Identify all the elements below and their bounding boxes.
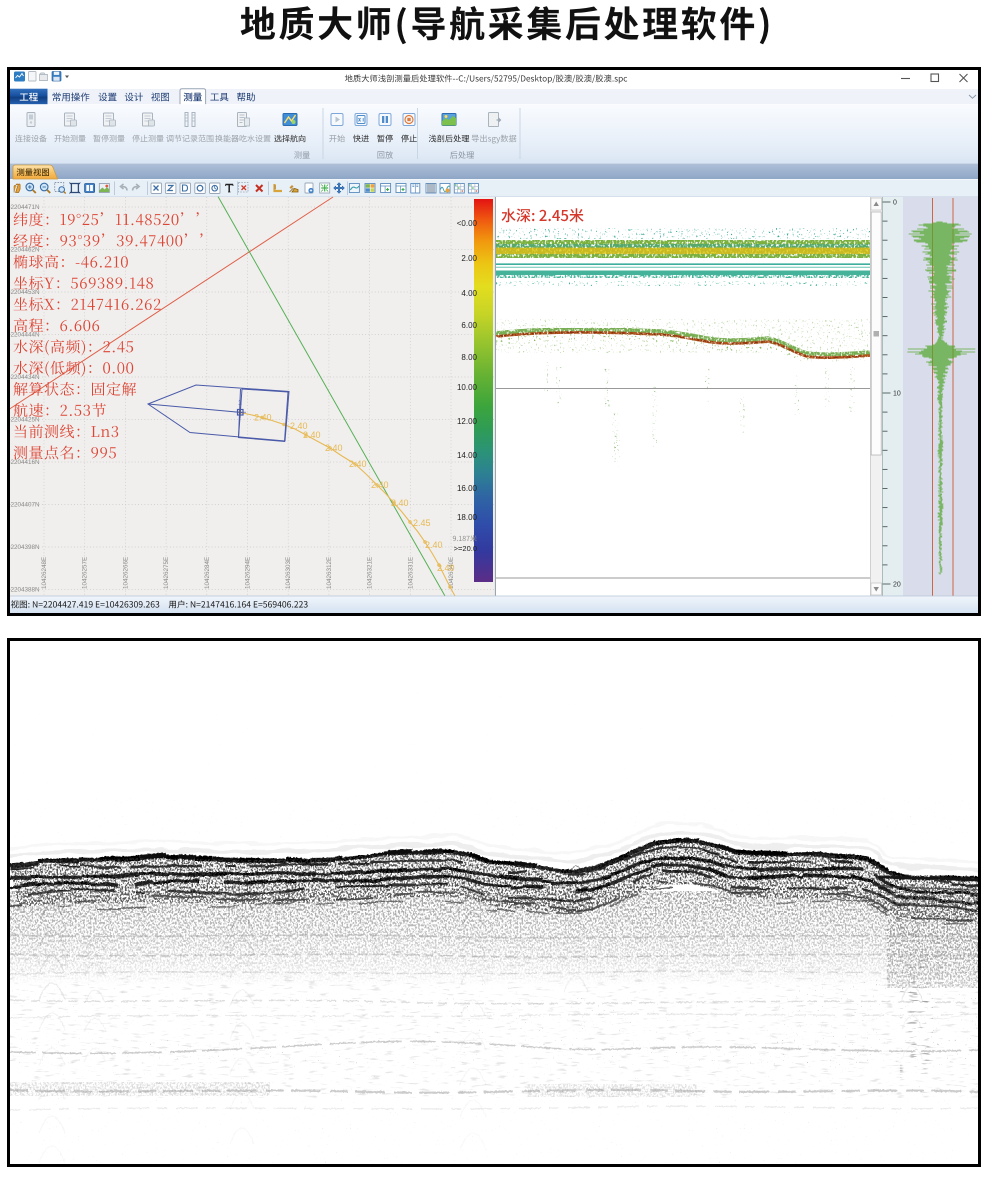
svg-text:12.00: 12.00 [457,417,478,426]
svg-text:2204407N: 2204407N [11,502,41,509]
svg-text:2204388N: 2204388N [11,587,41,594]
svg-text:2204471N: 2204471N [11,204,41,211]
svg-text:2.40: 2.40 [254,413,272,423]
svg-text:2204398N: 2204398N [11,544,41,551]
svg-text:1: 1 [238,400,242,407]
svg-text:10426266E: 10426266E [122,557,129,589]
svg-text:10426284E: 10426284E [204,557,211,589]
svg-text:2204444N: 2204444N [11,332,41,339]
svg-text:2.40: 2.40 [325,443,343,453]
svg-text:>=20.0: >=20.0 [454,544,477,553]
svg-text:4.00: 4.00 [461,289,477,298]
svg-text:10426248E: 10426248E [41,557,48,589]
svg-text:2.00: 2.00 [461,254,477,263]
svg-text:10426312E: 10426312E [326,557,333,589]
svg-text:10426294E: 10426294E [245,557,252,589]
svg-text:10426257E: 10426257E [82,557,89,589]
svg-text:0: 0 [893,200,897,207]
svg-text:8.00: 8.00 [461,353,477,362]
svg-text:2204416N: 2204416N [11,459,41,466]
svg-text:2.40: 2.40 [437,563,455,573]
svg-text:18.00: 18.00 [457,513,478,522]
svg-text:2.40: 2.40 [391,498,409,508]
svg-text:2.40: 2.40 [425,540,443,550]
svg-text:2204425N: 2204425N [11,417,41,424]
svg-text:2204462N: 2204462N [11,247,41,254]
svg-text:2.40: 2.40 [303,430,321,440]
svg-text:2204453N: 2204453N [11,289,41,296]
svg-text:2.40: 2.40 [371,480,389,490]
svg-text:<0.00: <0.00 [457,219,478,228]
svg-text:10: 10 [893,391,901,398]
svg-text:14.00: 14.00 [457,451,478,460]
svg-text:10.00: 10.00 [457,383,478,392]
svg-text:20: 20 [893,582,901,589]
svg-text:10426303E: 10426303E [285,557,292,589]
svg-text:6.00: 6.00 [461,321,477,330]
svg-text:10426331E: 10426331E [407,557,414,589]
svg-text:2204434N: 2204434N [11,374,41,381]
svg-text:2.40: 2.40 [349,459,367,469]
svg-text:10426321E: 10426321E [367,557,374,589]
svg-text:2.45: 2.45 [413,518,431,528]
svg-text:10426275E: 10426275E [163,557,170,589]
svg-text:16.00: 16.00 [457,484,478,493]
